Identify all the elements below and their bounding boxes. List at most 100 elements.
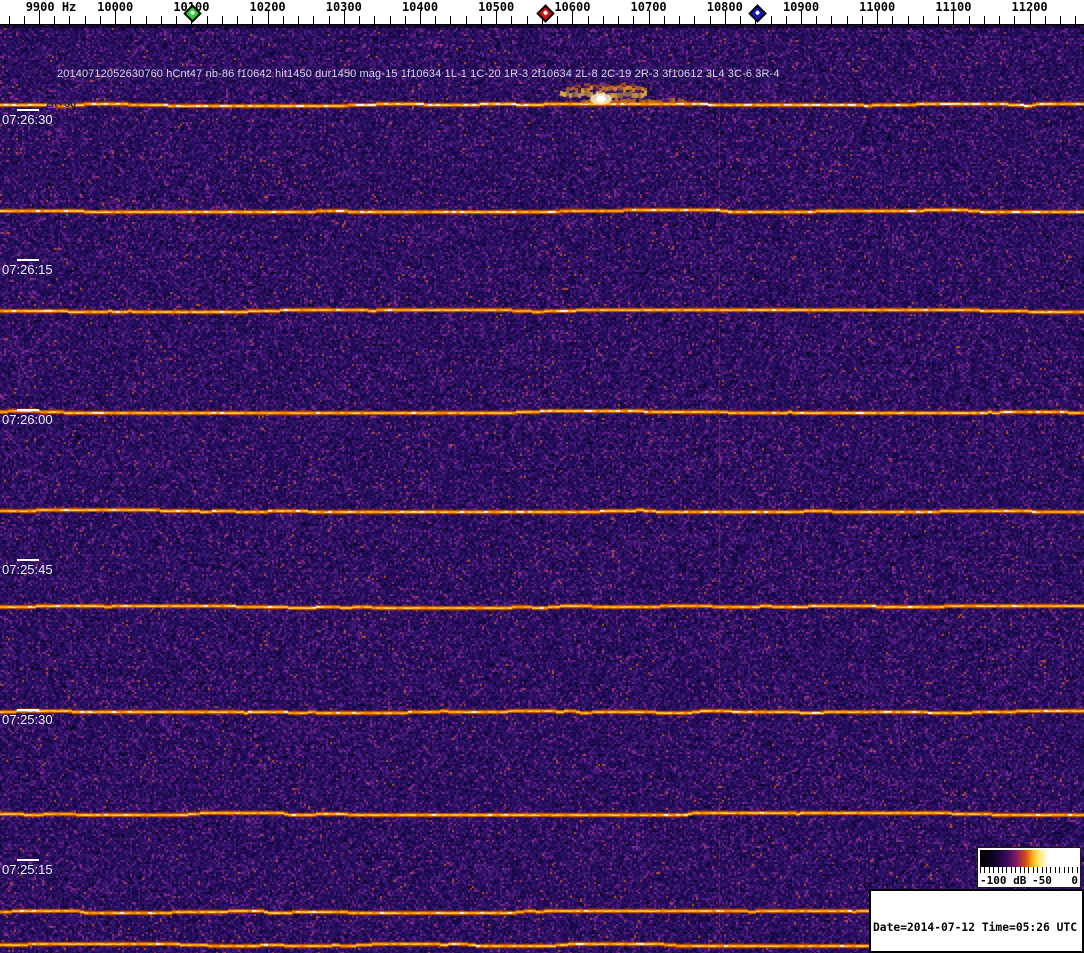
colorbar-tick [1072,867,1074,873]
freq-tick [602,16,604,24]
time-tick [17,859,39,861]
colorbar-tick [988,867,990,873]
colorbar-tick [1002,867,1003,873]
time-label: 07:25:45 [2,562,53,577]
freq-tick [968,16,970,24]
event-time-offset-label: Δt+30 [46,98,77,110]
freq-tick-label: 11000 [859,0,896,14]
freq-tick-label: 9900 Hz [25,0,77,14]
freq-tick [298,16,300,24]
freq-tick [983,16,985,24]
time-tick [17,109,39,111]
freq-tick [359,16,361,24]
time-label: 07:26:30 [2,112,53,127]
time-label: 07:26:15 [2,262,53,277]
freq-tick [252,16,254,24]
freq-tick [1044,16,1046,24]
freq-tick-label: 10200 [249,0,286,14]
colorbar-ticks [980,867,1078,874]
freq-tick [1014,16,1016,24]
time-label: 07:25:30 [2,712,53,727]
freq-tick [831,16,833,24]
colorbar-tick [1054,867,1056,873]
freq-tick [587,16,589,24]
freq-tick [999,16,1001,24]
time-tick [17,409,39,411]
colorbar-tick [980,867,981,873]
freq-tick-label: 10400 [401,0,439,14]
freq-tick [130,16,132,24]
colorbar-min-label: -100 dB [980,874,1027,887]
time-label: 07:25:15 [2,862,53,877]
freq-tick-label: 10300 [325,0,362,14]
colorbar-tick [984,867,986,873]
colorbar-tick [1059,867,1061,873]
freq-tick [770,16,772,24]
freq-tick [892,16,894,24]
freq-tick [221,16,223,24]
freq-tick [54,16,56,24]
colorbar-tick [1076,867,1078,873]
colorbar-gradient [980,850,1078,867]
observation-info-box: Date=2014-07-12 Time=05:26 UTC Freq=143 … [869,889,1084,953]
time-tick [17,259,39,261]
freq-tick [313,16,315,24]
freq-tick-label: 10700 [630,0,667,14]
freq-tick [907,16,909,24]
colorbar-tick [1019,867,1021,873]
freq-tick [846,16,848,24]
colorbar-tick [1032,867,1034,873]
freq-tick [465,16,467,24]
freq-tick-label: 11200 [1011,0,1048,14]
freq-tick [861,16,863,24]
freq-tick-label: 10600 [554,0,591,14]
freq-tick [450,16,452,24]
freq-tick [328,16,330,24]
freq-tick-label: 10500 [478,0,515,14]
freq-tick [145,16,147,24]
colorbar-tick [1006,867,1008,873]
freq-tick [511,16,513,24]
freq-tick [84,16,86,24]
freq-tick [922,16,924,24]
detection-annotation: 20140712052630760 hCnt47 nb-86 f10642 hi… [57,68,780,80]
colorbar-tick [993,867,995,873]
freq-tick [1075,16,1077,24]
freq-tick [206,16,208,24]
freq-tick [526,16,528,24]
marker-red-diamond[interactable] [536,4,555,23]
frequency-ruler: 9900 Hz100001010010200103001040010500106… [0,0,1084,25]
freq-tick [694,16,696,24]
colorbar-tick [1041,867,1043,873]
freq-tick [435,16,437,24]
freq-tick [404,16,406,24]
freq-tick [618,16,620,24]
time-tick [17,559,39,561]
info-date-time: Date=2014-07-12 Time=05:26 UTC [873,920,1078,934]
freq-tick [160,16,162,24]
colorbar-tick [1010,867,1012,873]
colorbar-tick [1024,867,1025,873]
freq-tick [740,16,742,24]
freq-tick [389,16,391,24]
freq-tick [785,16,787,24]
colorbar-tick [1068,867,1069,873]
colorbar-tick [1050,867,1052,873]
spectrogram-canvas [0,24,1084,953]
colorbar-tick [1063,867,1065,873]
colorbar-tick [997,867,999,873]
colorbar-mid-label: -50 [1032,874,1052,887]
freq-tick-label: 10900 [782,0,820,14]
colorbar-max-label: 0 [1071,874,1078,887]
spectrogram-app-window: 9900 Hz100001010010200103001040010500106… [0,0,1084,953]
intensity-colorbar: -100 dB -50 0 [977,847,1081,888]
freq-tick [176,16,178,24]
freq-tick-label: 10000 [97,0,134,14]
freq-tick [282,16,284,24]
marker-blue-diamond[interactable] [748,4,767,23]
freq-tick-label: 11100 [935,0,972,14]
freq-tick-label: 10800 [706,0,743,14]
freq-tick [663,16,665,24]
freq-tick [374,16,376,24]
colorbar-labels: -100 dB -50 0 [980,874,1078,887]
